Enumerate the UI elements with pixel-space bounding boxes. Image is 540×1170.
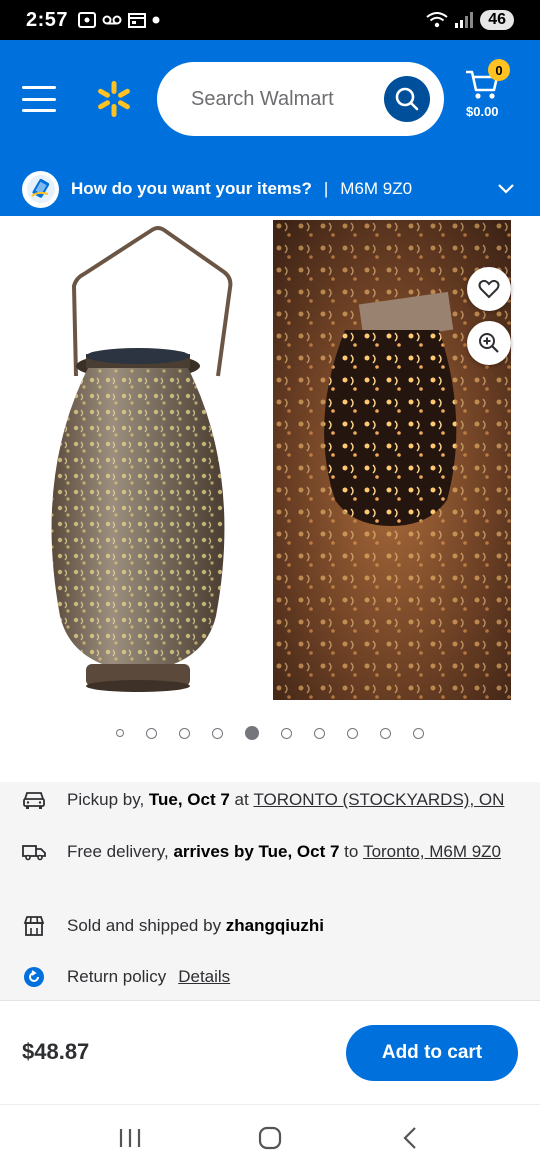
delivery-separator: | xyxy=(323,179,329,198)
delivery-date: arrives by Tue, Oct 7 xyxy=(173,842,340,861)
status-left-icons xyxy=(78,12,160,28)
seller-row: Sold and shipped by zhangqiuzhi xyxy=(22,914,324,938)
delivery-selector[interactable]: How do you want your items? | M6M 9Z0 xyxy=(0,162,540,216)
delivery-row: Free delivery, arrives by Tue, Oct 7 to … xyxy=(22,840,501,864)
search-icon xyxy=(395,87,419,111)
delivery-prefix: Free delivery, xyxy=(67,842,174,861)
pickup-prefix: Pickup by, xyxy=(67,790,149,809)
walmart-spark-logo[interactable] xyxy=(94,79,134,119)
store-icon xyxy=(22,914,46,938)
back-button[interactable] xyxy=(380,1113,440,1163)
cart-button[interactable]: 0 $0.00 xyxy=(462,59,522,122)
pickup-date: Tue, Oct 7 xyxy=(148,790,230,809)
voicemail-icon xyxy=(102,15,122,25)
gallery-dot[interactable] xyxy=(212,727,223,739)
seller-prefix: Sold and shipped by xyxy=(67,916,226,935)
product-image-gallery[interactable] xyxy=(0,216,540,782)
seller-name[interactable]: zhangqiuzhi xyxy=(226,916,324,936)
chevron-down-icon xyxy=(498,184,514,194)
pickup-row: Pickup by, Tue, Oct 7 at TORONTO (STOCKY… xyxy=(22,788,504,812)
battery-indicator: 46 xyxy=(480,10,514,30)
gallery-dot[interactable] xyxy=(347,727,358,739)
return-policy-row: Return policy Details xyxy=(22,965,230,989)
phone-order-icon xyxy=(26,175,55,203)
bottom-action-bar: $48.87 Add to cart xyxy=(0,1000,540,1104)
gallery-dot[interactable] xyxy=(413,727,424,739)
zoom-button[interactable] xyxy=(467,321,511,365)
wifi-icon xyxy=(426,12,448,28)
zoom-in-icon xyxy=(479,333,499,353)
menu-line xyxy=(22,109,56,112)
header: Search Walmart 0 $0.00 How do you want y… xyxy=(0,40,540,216)
search-placeholder: Search Walmart xyxy=(191,87,334,110)
delivery-to: to xyxy=(339,842,364,861)
gallery-dot[interactable] xyxy=(179,727,190,739)
fulfillment-section: Pickup by, Tue, Oct 7 at TORONTO (STOCKY… xyxy=(0,782,540,1000)
postal-code: M6M 9Z0 xyxy=(340,179,413,198)
status-right-icons: 46 xyxy=(426,10,514,30)
search-input[interactable]: Search Walmart xyxy=(157,62,444,136)
pickup-store-link[interactable]: TORONTO (STOCKYARDS), ON xyxy=(253,790,504,810)
delivery-method-icon xyxy=(22,170,59,208)
gallery-dot[interactable] xyxy=(245,726,259,740)
gallery-pagination xyxy=(0,726,540,740)
pickup-car-icon xyxy=(22,788,46,812)
gallery-dot[interactable] xyxy=(314,727,325,739)
cart-count-badge: 0 xyxy=(488,59,510,81)
gallery-dot[interactable] xyxy=(281,727,292,739)
home-icon xyxy=(258,1126,282,1149)
gallery-dot[interactable] xyxy=(116,729,124,737)
status-time: 2:57 xyxy=(26,8,69,31)
cart-total: $0.00 xyxy=(466,104,499,119)
menu-line xyxy=(22,97,56,101)
status-bar: 2:57 46 xyxy=(0,0,540,40)
dot-icon xyxy=(152,16,160,24)
screenshot-icon xyxy=(78,12,97,28)
home-button[interactable] xyxy=(240,1113,300,1163)
recent-apps-button[interactable] xyxy=(100,1113,160,1163)
delivery-location-link[interactable]: Toronto, M6M 9Z0 xyxy=(363,842,501,862)
gallery-dot[interactable] xyxy=(380,727,391,739)
add-to-cart-button[interactable]: Add to cart xyxy=(346,1025,518,1081)
delivery-question: How do you want your items? xyxy=(71,179,312,198)
back-icon xyxy=(403,1126,416,1149)
search-button[interactable] xyxy=(384,76,430,122)
pickup-at: at xyxy=(229,790,254,809)
menu-button[interactable] xyxy=(22,86,56,112)
return-details-link[interactable]: Details xyxy=(178,967,230,987)
return-policy-label: Return policy xyxy=(67,967,167,986)
heart-icon xyxy=(478,279,500,299)
calendar-icon xyxy=(128,13,147,28)
favorite-button[interactable] xyxy=(467,267,511,311)
menu-line xyxy=(22,86,56,89)
system-nav-bar xyxy=(0,1104,540,1170)
signal-icon xyxy=(455,12,474,28)
recent-apps-icon xyxy=(119,1128,141,1147)
gallery-dot[interactable] xyxy=(146,727,157,739)
product-price: $48.87 xyxy=(22,1039,90,1064)
product-image-lantern xyxy=(51,226,233,692)
delivery-truck-icon xyxy=(22,840,46,864)
return-icon xyxy=(22,965,46,989)
